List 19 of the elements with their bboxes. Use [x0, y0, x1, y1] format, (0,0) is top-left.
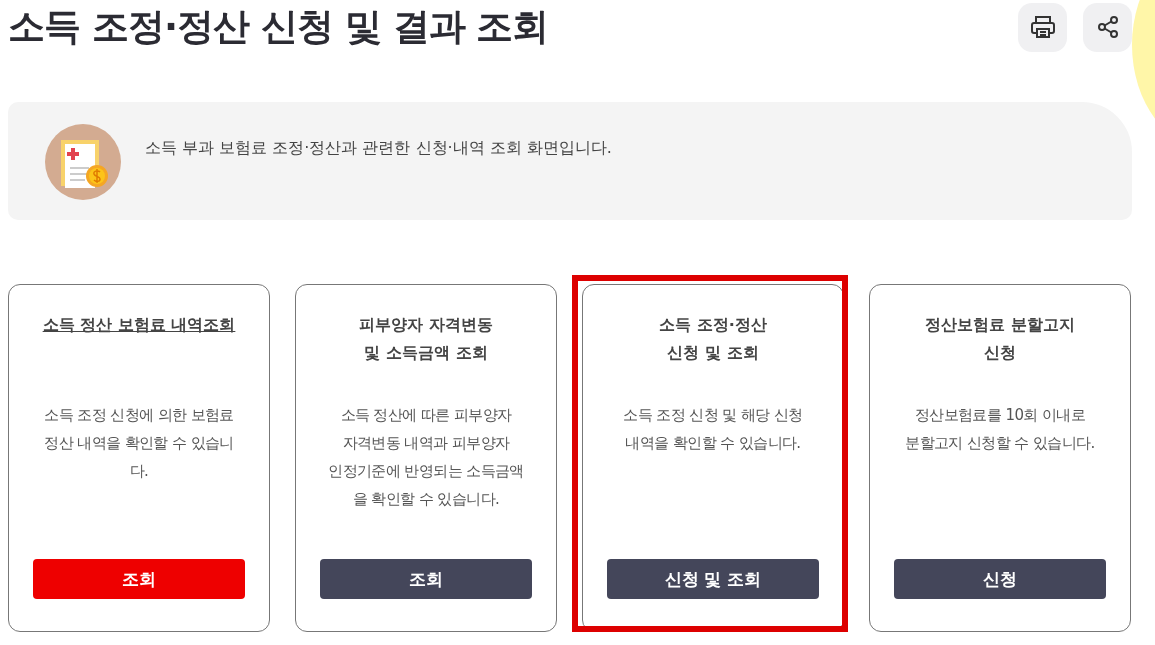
intro-text: 소득 부과 보험료 조정·정산과 관련한 신청·내역 조회 화면입니다. — [145, 138, 612, 159]
card-title: 소득 정산 보험료 내역조회 — [42, 314, 236, 336]
share-icon — [1095, 15, 1120, 39]
card-action-button[interactable]: 조회 — [33, 559, 245, 599]
card-action-button[interactable]: 신청 — [894, 559, 1106, 599]
card-description: 소득 조정 신청에 의한 보험료 정산 내역을 확인할 수 있습니 다. — [44, 405, 234, 482]
share-button[interactable] — [1083, 2, 1132, 52]
card-title: 피부양자 자격변동 및 소득금액 조회 — [359, 314, 493, 364]
card-title: 소득 조정·정산 신청 및 조회 — [659, 314, 767, 364]
print-button[interactable] — [1018, 2, 1067, 52]
document-coin-icon — [45, 124, 121, 200]
print-icon — [1029, 15, 1056, 39]
card-description: 소득 조정 신청 및 해당 신청 내역을 확인할 수 있습니다. — [623, 405, 803, 454]
card-title: 정산보험료 분할고지 신청 — [925, 314, 1075, 364]
card-description: 소득 정산에 따른 피부양자 자격변동 내역과 피부양자 인정기준에 반영되는 소득금액 을 확인할 수 있습니다. — [328, 405, 524, 510]
card-action-button[interactable]: 신청 및 조회 — [607, 559, 819, 599]
page-title: 소득 조정·정산 신청 및 결과 조회 — [8, 4, 549, 50]
card-action-button[interactable]: 조회 — [320, 559, 532, 599]
card-description: 정산보험료를 10회 이내로 분할고지 신청할 수 있습니다. — [905, 405, 1095, 454]
